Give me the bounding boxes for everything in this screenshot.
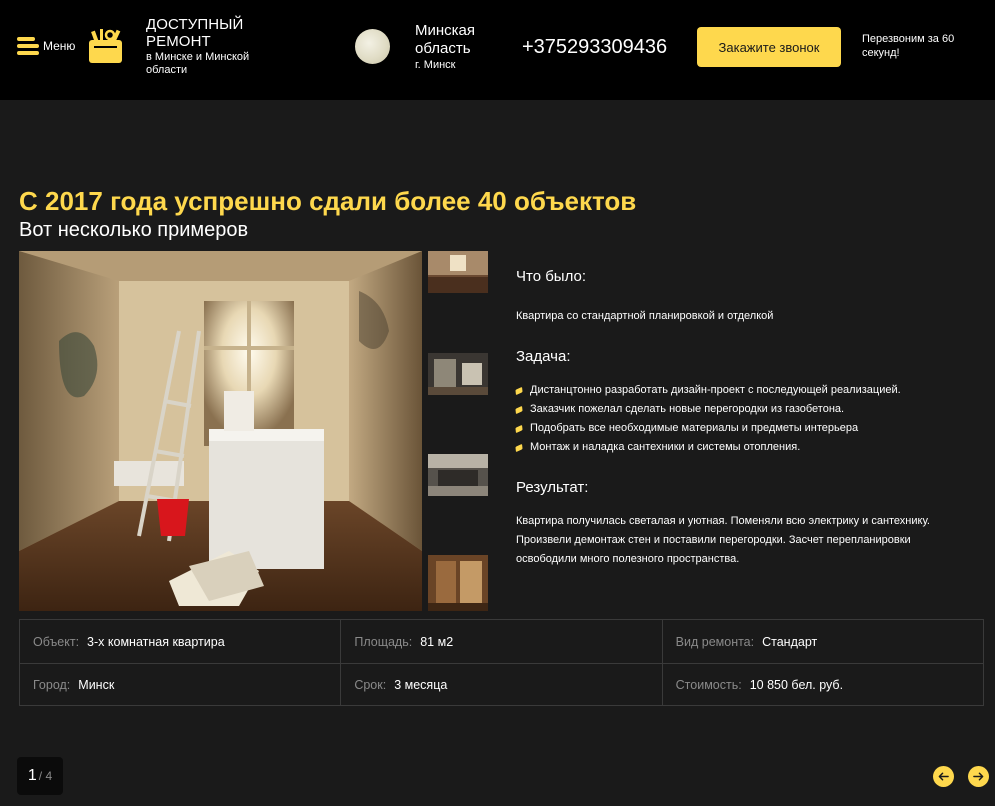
brand-title: ДОСТУПНЫЙ РЕМОНТ: [146, 16, 244, 50]
region-city: г. Минск: [415, 59, 456, 71]
burger-menu-icon: [17, 37, 39, 55]
brand-block[interactable]: ДОСТУПНЫЙ РЕМОНТ в Минске и Минской обла…: [146, 16, 286, 77]
project-description: Что было: Квартира со стандартной планир…: [516, 268, 956, 569]
term-value: 3 месяца: [394, 678, 448, 692]
cost-cell: Стоимость: 10 850 бел. руб.: [661, 664, 983, 706]
result-text: Квартира получилась светалая и уютная. П…: [516, 515, 930, 565]
menu-button[interactable]: Меню: [17, 37, 75, 55]
task-list: Дистанцтонно разработать дизайн-проект с…: [516, 381, 956, 457]
object-label: Объект:: [33, 634, 80, 649]
thumbnail-1[interactable]: [428, 251, 488, 307]
cost-label: Стоимость:: [675, 678, 742, 692]
region-name: Минская область: [415, 22, 476, 57]
order-call-button[interactable]: Закажите звонок: [697, 27, 841, 67]
repair-type-cell: Вид ремонта: Стандарт: [661, 620, 983, 663]
slide-total: / 4: [38, 769, 53, 783]
list-item: Подобрать все необходимые материалы и пр…: [516, 419, 956, 438]
phone-link[interactable]: +375293309436: [522, 36, 667, 59]
list-item: Монтаж и наладка сантехники и системы от…: [516, 438, 956, 457]
brand-subtitle: в Минске и Минской области: [146, 51, 250, 76]
section-title: С 2017 года успрешно сдали более 40 объе…: [19, 186, 637, 216]
thumbnail-3[interactable]: [428, 454, 488, 496]
term-cell: Срок: 3 месяца: [340, 664, 661, 706]
before-heading: Что было:: [516, 268, 587, 285]
callback-note: Перезвоним за 60 секунд!: [862, 33, 955, 59]
list-item: Дистанцтонно разработать дизайн-проект с…: [516, 381, 956, 400]
table-row: Объект: 3-х комнатная квартира Площадь: …: [20, 620, 983, 663]
city-value: Минск: [78, 678, 115, 692]
area-value: 81 м2: [420, 634, 454, 649]
slide-counter: 1 / 4: [17, 757, 63, 795]
section-subtitle: Вот несколько примеров: [19, 219, 249, 241]
region-block: Минская область г. Минск: [415, 22, 495, 71]
repair-type-label: Вид ремонта:: [675, 634, 755, 649]
task-heading: Задача:: [516, 348, 571, 365]
slide-current: 1: [27, 767, 37, 784]
thumbnail-4[interactable]: [428, 555, 488, 611]
arrow-left-icon: [938, 772, 949, 781]
before-text: Квартира со стандартной планировкой и от…: [516, 310, 774, 322]
result-heading: Результат:: [516, 479, 589, 496]
table-row: Город: Минск Срок: 3 месяца Стоимость: 1…: [20, 663, 983, 706]
city-label: Город:: [33, 678, 71, 692]
repair-type-value: Стандарт: [762, 634, 818, 649]
area-label: Площадь:: [354, 634, 413, 649]
cost-value: 10 850 бел. руб.: [749, 678, 844, 692]
tools-logo-icon[interactable]: [88, 28, 123, 64]
next-slide-button[interactable]: [968, 766, 989, 787]
object-value: 3-х комнатная квартира: [87, 634, 225, 649]
site-header: Меню ДОСТУПНЫЙ РЕМОНТ в Минске и Минской…: [0, 0, 995, 100]
city-cell: Город: Минск: [20, 664, 340, 706]
area-cell: Площадь: 81 м2: [340, 620, 661, 663]
region-globe-icon: [355, 29, 390, 64]
term-label: Срок:: [354, 678, 387, 692]
prev-slide-button[interactable]: [933, 766, 954, 787]
arrow-right-icon: [973, 772, 984, 781]
project-info-table: Объект: 3-х комнатная квартира Площадь: …: [19, 619, 984, 706]
list-item: Заказчик пожелал сделать новые перегород…: [516, 400, 956, 419]
object-cell: Объект: 3-х комнатная квартира: [20, 620, 340, 663]
menu-label: Меню: [43, 39, 76, 53]
thumbnail-2[interactable]: [428, 353, 488, 395]
main-project-photo: [19, 251, 422, 611]
